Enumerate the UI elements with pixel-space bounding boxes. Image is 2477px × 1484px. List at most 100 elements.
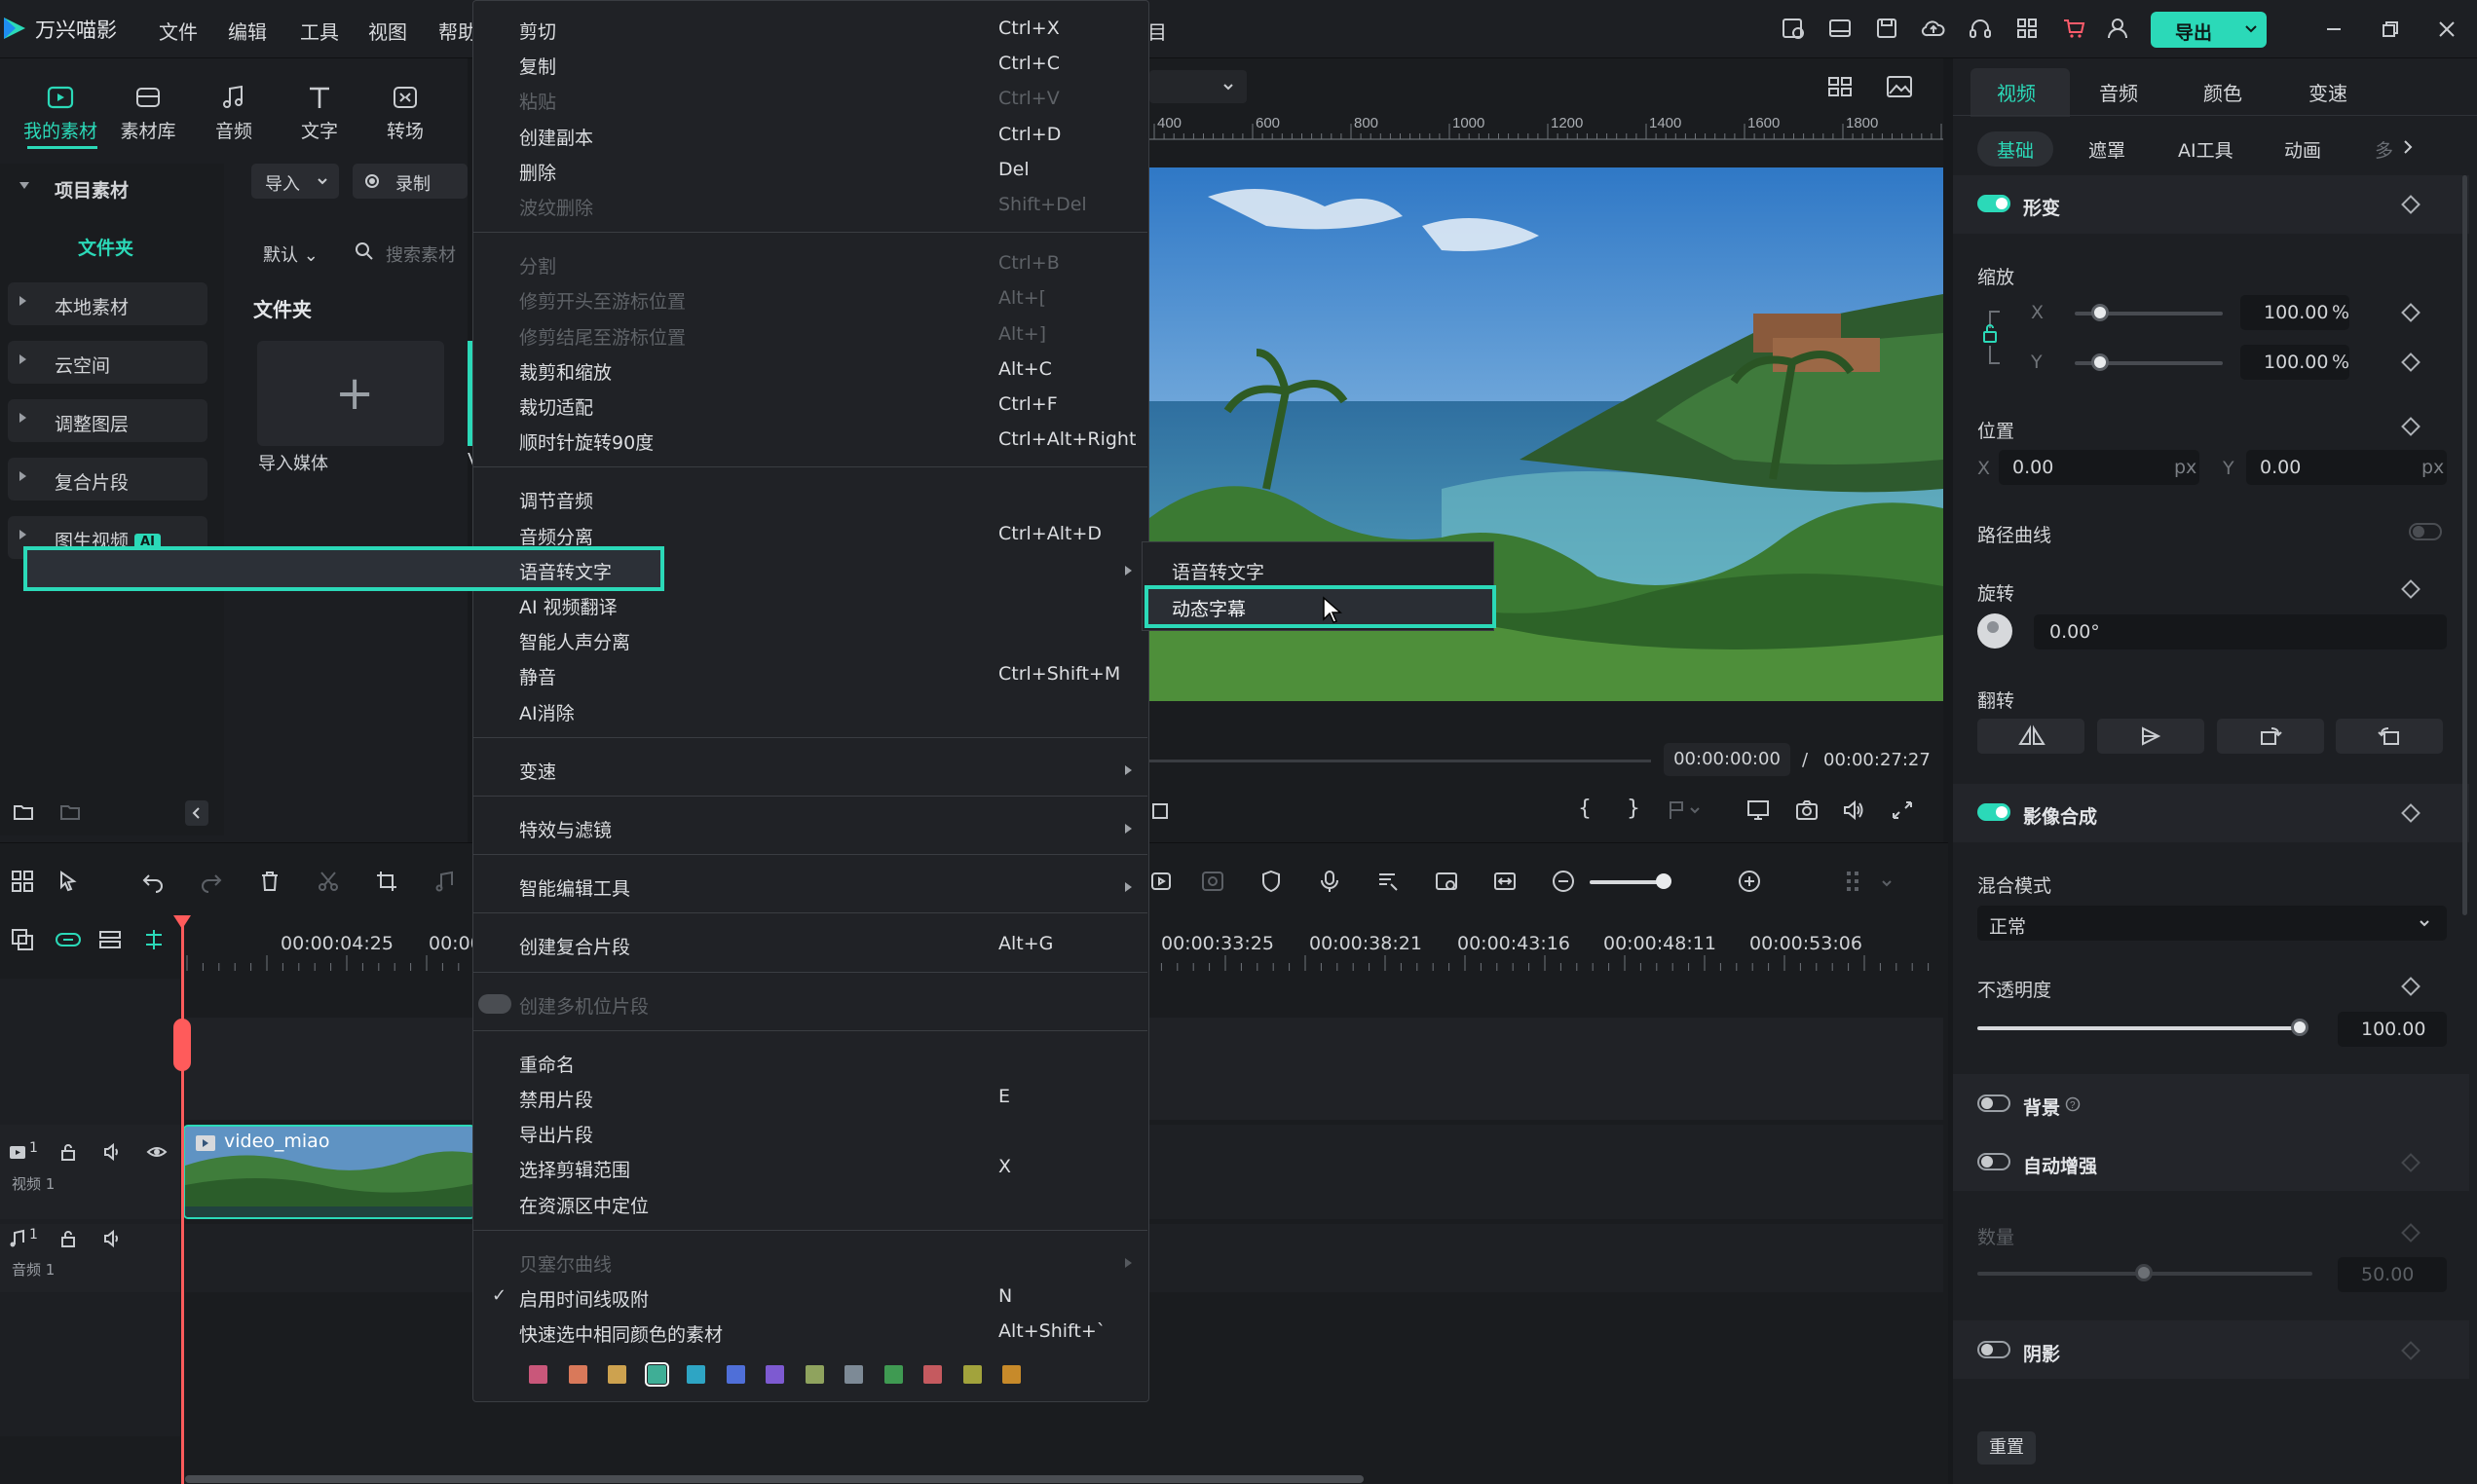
tool-stock[interactable]: 素材库 [109,83,187,151]
menu-item[interactable]: 语音转文字 [519,558,612,584]
layout-icon[interactable] [1827,16,1853,41]
track-manager-icon[interactable] [97,927,123,952]
nav-local-media[interactable]: 本地素材 [8,282,207,325]
menu-item[interactable]: 音频分离 [519,523,593,549]
snap-icon[interactable] [141,927,167,952]
mark-out-button[interactable]: } [1627,797,1640,821]
menu-item[interactable]: 导出片段 [519,1121,593,1147]
timeline-clip[interactable]: video_miao [183,1125,475,1219]
mark-in-button[interactable]: { [1578,797,1592,821]
cloud-upload-icon[interactable] [1921,16,1946,41]
tool-text[interactable]: 文字 [281,83,358,151]
redo-icon[interactable] [199,869,224,894]
display-icon[interactable] [1745,798,1771,822]
undo-icon[interactable] [140,869,166,894]
new-folder-icon[interactable] [12,800,35,824]
playhead-handle[interactable] [173,1019,191,1071]
menu-item[interactable]: 选择剪辑范围 [519,1156,630,1182]
menu-tools[interactable]: 工具 [300,17,339,45]
nav-cloud[interactable]: 云空间 [8,341,207,384]
volume-icon[interactable] [1841,798,1866,822]
menu-item[interactable]: 顺时针旋转90度 [519,428,654,455]
menu-item[interactable]: 快速选中相同颜色的素材 [519,1320,723,1347]
folder-icon[interactable] [58,800,82,824]
scale-y-field[interactable]: 100.00% [2240,345,2349,380]
volume-icon[interactable] [102,1142,122,1162]
close-icon[interactable] [2435,18,2458,41]
color-swatch[interactable] [1002,1365,1021,1384]
microphone-icon[interactable] [1317,869,1342,894]
menu-item[interactable]: 删除 [519,159,556,185]
audio-edit-icon[interactable] [432,869,458,894]
menu-item[interactable]: 在资源区中定位 [519,1192,649,1218]
zoom-out-icon[interactable] [1551,869,1576,894]
background-toggle[interactable] [1977,1094,2010,1112]
preview-quality-dropdown[interactable] [1149,70,1247,103]
subtab-basic[interactable]: 基础 [1997,136,2034,171]
rotate-right-button[interactable] [2217,719,2324,754]
menu-item[interactable]: 创建副本 [519,124,593,150]
auto-enhance-toggle[interactable] [1977,1153,2010,1170]
lock-icon[interactable] [58,1229,78,1248]
tab-video[interactable]: 视频 [1997,78,2036,106]
transform-toggle[interactable] [1977,195,2010,212]
current-timecode[interactable]: 00:00:00:00 [1664,743,1790,776]
eye-icon[interactable] [146,1142,168,1162]
scale-x-knob[interactable] [2091,304,2109,321]
record-dropdown[interactable]: 录制 [353,164,468,199]
sort-dropdown[interactable]: 默认 ⌄ [263,241,319,267]
color-swatch[interactable] [608,1365,626,1384]
subtab-animation[interactable]: 动画 [2284,136,2321,171]
layout-grid-icon[interactable] [10,869,35,894]
tool-my-media[interactable]: 我的素材 [21,83,99,151]
help-icon[interactable]: ? [2065,1096,2081,1112]
apps-icon[interactable] [2014,16,2040,41]
shield-icon[interactable] [1258,869,1284,894]
menu-item[interactable]: 裁切适配 [519,393,593,420]
color-swatch[interactable] [962,1365,982,1384]
menu-item[interactable]: 静音 [519,663,556,689]
menu-item[interactable]: 禁用片段 [519,1086,593,1112]
submenu-item-speech-to-text[interactable]: 语音转文字 [1172,558,1264,584]
rotate-dial[interactable] [1977,613,2012,649]
position-y-field[interactable]: 0.00 px [2246,450,2447,485]
menu-item[interactable]: 特效与滤镜 [519,816,612,842]
subtab-ai-tools[interactable]: AI工具 [2178,136,2233,171]
headset-icon[interactable] [1968,16,1993,41]
subtab-mask[interactable]: 遮罩 [2088,136,2125,171]
scissors-icon[interactable] [316,869,341,894]
path-curve-toggle[interactable] [2409,523,2442,540]
timeline-scroll-thumb[interactable] [185,1475,1364,1483]
flip-horizontal-button[interactable] [1977,719,2084,754]
add-track-icon[interactable] [10,927,35,952]
nav-project-media[interactable]: 项目素材 [8,166,207,208]
color-swatch[interactable] [687,1365,705,1384]
nav-compound-clip[interactable]: 复合片段 [8,458,207,501]
menu-item[interactable]: 创建复合片段 [519,933,630,959]
color-swatch[interactable] [844,1365,863,1384]
color-swatch[interactable] [644,1362,669,1387]
stop-icon[interactable] [1149,800,1171,822]
grid-view-icon[interactable] [1826,74,1856,99]
scale-x-field[interactable]: 100.00% [2240,295,2349,330]
preview-progress-track[interactable] [1149,760,1651,762]
restore-icon[interactable] [2379,18,2402,41]
chevron-down-icon[interactable] [1880,876,1894,890]
speed-icon[interactable] [1200,869,1225,894]
rotate-field[interactable]: 0.00° [2034,614,2447,649]
save-icon[interactable] [1874,16,1899,41]
task-icon[interactable] [1781,16,1806,41]
playhead[interactable] [181,915,184,1484]
cart-icon[interactable] [2061,16,2086,41]
color-swatch[interactable] [766,1365,784,1384]
menu-partial[interactable]: 目 [1147,17,1167,45]
flip-vertical-button[interactable] [2097,719,2204,754]
delete-icon[interactable] [257,869,282,894]
zoom-knob[interactable] [1656,873,1671,889]
nav-folder[interactable]: 文件夹 [78,234,133,260]
chevron-right-icon[interactable] [2399,136,2417,158]
volume-icon[interactable] [102,1229,122,1248]
lock-icon[interactable] [58,1142,78,1162]
image-icon[interactable] [1885,74,1914,99]
select-tool-icon[interactable] [56,869,82,894]
